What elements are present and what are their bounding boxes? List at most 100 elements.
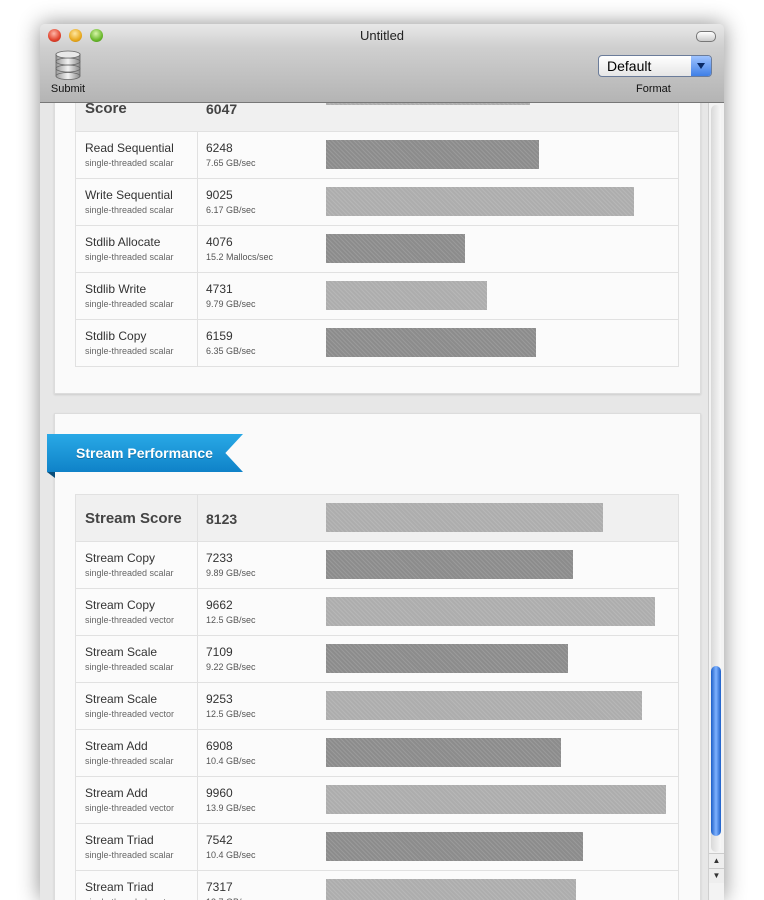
test-name-cell: Stream Scale single-threaded scalar — [76, 636, 198, 682]
test-mode: single-threaded scalar — [85, 850, 174, 860]
test-name: Stream Copy — [85, 551, 156, 565]
titlebar: Untitled Submit Default Format — [40, 24, 724, 103]
stream-results-table: Stream Score 8123 Stream Copy single-thread… — [75, 494, 679, 900]
table-row: Write Sequential single-threaded scalar 90… — [75, 179, 679, 226]
score-bar — [326, 785, 666, 814]
throughput-value: 13.9 GB/sec — [206, 803, 256, 813]
test-name: Stream Scale — [85, 692, 158, 706]
test-name: Stream Add — [85, 739, 148, 753]
test-mode: single-threaded vector — [85, 615, 175, 625]
test-name-cell: Stream Score — [76, 495, 198, 541]
score-header-row: Stream Score 8123 — [75, 494, 679, 542]
table-row: Stdlib Allocate single-threaded scalar 407… — [75, 226, 679, 273]
test-mode: single-threaded scalar — [85, 158, 174, 168]
ribbon-fold — [47, 472, 55, 478]
table-row: Stream Add single-threaded scalar 6908 10.4… — [75, 730, 679, 777]
score-bar — [326, 879, 576, 900]
toolbar-toggle-button[interactable] — [696, 31, 716, 42]
test-mode: single-threaded scalar — [85, 662, 174, 672]
throughput-value: 12.5 GB/sec — [206, 709, 256, 719]
throughput-value: 9.89 GB/sec — [206, 568, 256, 578]
score-bar — [326, 550, 573, 579]
results-view[interactable]: Score 6047 Read Sequential single-threaded … — [40, 103, 708, 900]
test-mode: single-threaded vector — [85, 803, 175, 813]
window-title: Untitled — [359, 28, 405, 43]
memory-performance-card: Score 6047 Read Sequential single-threaded … — [54, 103, 701, 394]
score-value: 4731 — [206, 282, 233, 296]
chevron-down-icon — [691, 56, 711, 76]
memory-results-table: Score 6047 Read Sequential single-threaded … — [75, 103, 679, 367]
test-name: Stream Triad — [85, 833, 154, 847]
score-label: Score — [85, 103, 127, 117]
throughput-value: 7.65 GB/sec — [206, 158, 256, 168]
score-value: 9025 — [206, 188, 233, 202]
score-value: 9253 — [206, 692, 233, 706]
score-bar — [326, 597, 655, 626]
test-name: Stdlib Copy — [85, 329, 147, 343]
test-name: Stream Scale — [85, 645, 158, 659]
total-score-value: 6047 — [206, 103, 238, 117]
score-bar — [326, 187, 634, 216]
test-mode: single-threaded scalar — [85, 346, 174, 356]
database-icon — [55, 50, 81, 80]
format-label: Format — [636, 83, 671, 95]
throughput-value: 9.79 GB/sec — [206, 299, 256, 309]
format-select[interactable]: Default — [598, 55, 712, 77]
scroll-up-arrow[interactable]: ▲ — [709, 853, 724, 868]
score-bar — [326, 234, 465, 263]
total-score-value: 8123 — [206, 511, 238, 527]
table-row: Stream Scale single-threaded vector 9253 12… — [75, 683, 679, 730]
test-name-cell: Stream Add single-threaded vector — [76, 777, 198, 823]
test-name-cell: Stdlib Write single-threaded scalar — [76, 273, 198, 319]
score-bar — [326, 738, 561, 767]
test-name-cell: Stdlib Copy single-threaded scalar — [76, 320, 198, 366]
test-name-cell: Score — [76, 103, 197, 131]
stream-performance-card: Stream Performance Stream Score 8123 Strea… — [47, 413, 701, 900]
total-score-bar — [326, 503, 603, 532]
score-bar — [326, 691, 642, 720]
score-value: 6159 — [206, 329, 233, 343]
test-mode: single-threaded vector — [85, 709, 175, 719]
test-name-cell: Read Sequential single-threaded scalar — [76, 132, 198, 178]
test-name-cell: Stream Add single-threaded scalar — [76, 730, 198, 776]
score-value: 4076 — [206, 235, 233, 249]
app-window: Untitled Submit Default Format Score 604… — [40, 24, 724, 900]
test-mode: single-threaded scalar — [85, 756, 174, 766]
test-name-cell: Write Sequential single-threaded scalar — [76, 179, 198, 225]
test-name-cell: Stream Copy single-threaded vector — [76, 589, 198, 635]
throughput-value: 9.22 GB/sec — [206, 662, 256, 672]
score-bar — [326, 140, 539, 169]
score-bar — [326, 328, 536, 357]
section-title: Stream Performance — [76, 445, 213, 461]
score-value: 7233 — [206, 551, 233, 565]
score-label: Stream Score — [85, 510, 182, 527]
test-mode: single-threaded scalar — [85, 568, 174, 578]
table-row: Stdlib Copy single-threaded scalar 6159 6.3… — [75, 320, 679, 367]
test-mode: single-threaded scalar — [85, 252, 174, 262]
format-select-value: Default — [607, 58, 652, 74]
test-name-cell: Stream Scale single-threaded vector — [76, 683, 198, 729]
table-row: Stream Triadsingle-threaded vector731712… — [75, 871, 679, 900]
table-row: Stream Scale single-threaded scalar 7109 9.… — [75, 636, 679, 683]
test-name-cell: Stdlib Allocate single-threaded scalar — [76, 226, 198, 272]
throughput-value: 12.5 GB/sec — [206, 615, 256, 625]
table-row: Stream Add single-threaded vector 9960 13.9… — [75, 777, 679, 824]
throughput-value: 6.17 GB/sec — [206, 205, 256, 215]
throughput-value: 10.4 GB/sec — [206, 850, 256, 860]
section-ribbon: Stream Performance — [47, 434, 243, 478]
score-value: 9960 — [206, 786, 233, 800]
score-value: 7542 — [206, 833, 233, 847]
test-mode: single-threaded scalar — [85, 299, 174, 309]
test-name: Read Sequential — [85, 141, 174, 155]
throughput-value: 6.35 GB/sec — [206, 346, 256, 356]
test-name-cell: Stream Triad single-threaded scalar — [76, 824, 198, 870]
score-bar — [326, 832, 583, 861]
score-value: 6908 — [206, 739, 233, 753]
test-name: Stdlib Write — [85, 282, 147, 296]
vertical-scrollbar[interactable]: ▲ ▼ — [708, 103, 724, 900]
submit-button[interactable]: Submit — [46, 50, 90, 98]
scroll-thumb[interactable] — [711, 666, 721, 836]
test-name: Stream Triad — [85, 880, 154, 894]
score-bar — [326, 644, 568, 673]
scroll-down-arrow[interactable]: ▼ — [709, 868, 724, 883]
